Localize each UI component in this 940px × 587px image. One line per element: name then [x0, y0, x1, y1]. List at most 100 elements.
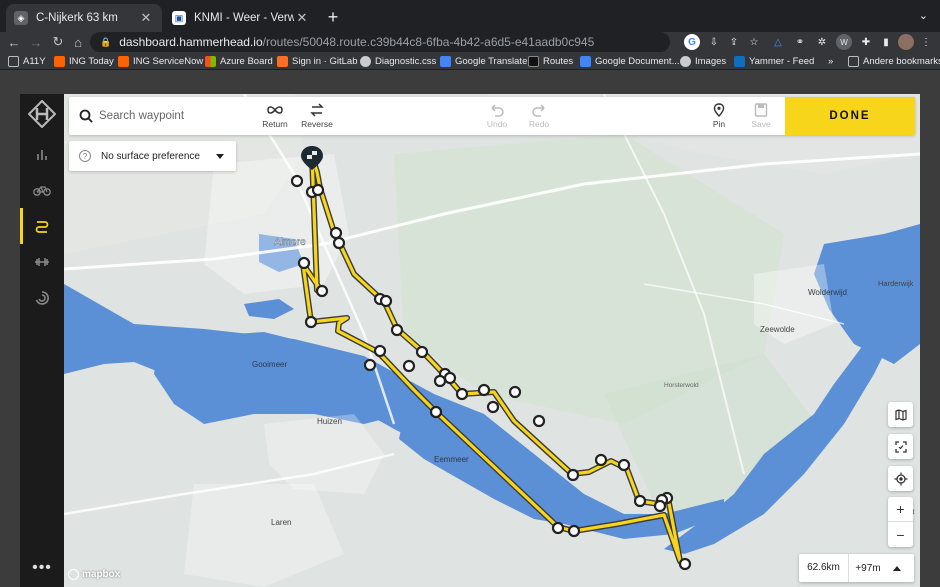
other-bookmarks[interactable]: Andere bookmarks [848, 53, 940, 69]
back-icon[interactable]: ← [4, 32, 24, 52]
map-label-eemmeer: Eemmeer [434, 455, 469, 464]
zoom-in-button[interactable]: + [888, 497, 913, 522]
route-map[interactable]: Almere Gooimeer Huizen Eemmeer Laren Wol… [63, 94, 920, 587]
pin-icon [713, 103, 725, 117]
waypoint[interactable] [373, 344, 387, 358]
waypoint[interactable] [532, 414, 546, 428]
bookmark-ing-servicenow[interactable]: ING ServiceNow [118, 53, 203, 69]
bookmark-routes[interactable]: Routes [528, 53, 573, 69]
waypoint[interactable] [290, 174, 304, 188]
crosshair-icon [894, 472, 907, 485]
route-stats-panel[interactable]: 62.6km +97m [799, 554, 914, 582]
map-style-button[interactable] [888, 402, 913, 427]
tab-route[interactable]: ◈ C-Nijkerk 63 km ✕ [6, 4, 162, 32]
bookmark-ing-today[interactable]: ING Today [54, 53, 114, 69]
search-icon [79, 109, 93, 123]
waypoint[interactable] [415, 345, 429, 359]
waypoint[interactable] [633, 494, 647, 508]
waypoint[interactable] [363, 358, 377, 372]
extensions-puzzle-icon[interactable]: ✚ [858, 34, 874, 50]
zoom-out-button[interactable]: − [888, 522, 913, 547]
waypoint[interactable] [594, 453, 608, 467]
more-options-icon[interactable]: ••• [20, 559, 64, 577]
mapbox-attribution[interactable]: mapbox [68, 569, 120, 580]
undo-button[interactable]: Undo [475, 103, 519, 131]
locate-me-button[interactable] [888, 466, 913, 491]
save-button[interactable]: Save [739, 103, 783, 131]
waypoint[interactable] [567, 524, 581, 538]
extension-w-icon[interactable]: W [836, 34, 852, 50]
map-icon [894, 408, 907, 421]
bookmark-images[interactable]: Images [680, 53, 726, 69]
bookmarks-bar: A11Y ING Today ING ServiceNow Azure Boar… [0, 52, 940, 70]
bookmark-google-docs[interactable]: Google Document... [580, 53, 680, 69]
bookmark-gitlab[interactable]: Sign in · GitLab [277, 53, 357, 69]
waypoint[interactable] [617, 458, 631, 472]
waypoint[interactable] [433, 374, 447, 388]
bookmark-yammer[interactable]: Yammer - Feed [734, 53, 814, 69]
surface-preference-select[interactable]: ? No surface preference [69, 141, 236, 171]
waypoint[interactable] [653, 499, 667, 513]
sidebar-icon[interactable]: ▮ [878, 34, 894, 50]
search-waypoint-input[interactable] [99, 105, 249, 127]
pin-button[interactable]: Pin [697, 103, 741, 131]
waypoint[interactable] [311, 183, 325, 197]
waypoint[interactable] [304, 315, 318, 329]
extension-triangle-icon[interactable]: △ [770, 34, 786, 50]
google-icon[interactable]: G [684, 34, 700, 50]
close-tab-icon[interactable]: ✕ [294, 10, 310, 26]
waypoint[interactable] [390, 323, 404, 337]
redo-button[interactable]: Redo [517, 103, 561, 131]
ing-icon [118, 55, 129, 67]
reverse-button[interactable]: Reverse [295, 103, 339, 131]
new-tab-icon[interactable]: + [323, 7, 343, 28]
sidebar-item-workouts[interactable] [20, 244, 64, 280]
waypoint[interactable] [402, 359, 416, 373]
waypoint[interactable] [297, 256, 311, 270]
waypoint[interactable] [332, 236, 346, 250]
close-tab-icon[interactable]: ✕ [138, 10, 154, 26]
waypoint[interactable] [455, 387, 469, 401]
share-icon[interactable]: ⇪ [726, 34, 742, 50]
bookmark-diagnostic-css[interactable]: Diagnostic.css [360, 53, 436, 69]
waypoint[interactable] [566, 468, 580, 482]
star-icon[interactable]: ☆ [746, 34, 762, 50]
extension-gear-icon[interactable]: ✲ [814, 34, 830, 50]
address-bar[interactable]: 🔒 dashboard.hammerhead.io/routes/50048.r… [90, 32, 670, 52]
waypoint[interactable] [551, 521, 565, 535]
bookmark-azure-board[interactable]: Azure Board [205, 53, 273, 69]
menu-icon[interactable]: ⋮ [918, 34, 934, 50]
sidebar-item-progress[interactable] [20, 280, 64, 316]
waypoint[interactable] [477, 383, 491, 397]
bookmark-google-translate[interactable]: Google Translate [440, 53, 527, 69]
waypoint[interactable] [379, 294, 393, 308]
sidebar-item-rides[interactable] [20, 172, 64, 208]
avatar[interactable] [898, 34, 914, 50]
fit-route-button[interactable] [888, 434, 913, 459]
chevron-down-icon[interactable]: ⌄ [919, 9, 928, 22]
install-icon[interactable]: ⇩ [706, 34, 722, 50]
bookmarks-overflow[interactable]: » [828, 53, 833, 69]
extension-glasses-icon[interactable]: ⚭ [792, 34, 808, 50]
waypoint[interactable] [429, 405, 443, 419]
waypoint[interactable] [329, 226, 343, 240]
return-button[interactable]: Return [253, 103, 297, 131]
waypoint[interactable] [486, 400, 500, 414]
help-icon[interactable]: ? [79, 150, 91, 162]
bookmark-a11y[interactable]: A11Y [8, 53, 46, 69]
caret-up-icon[interactable] [893, 565, 901, 571]
home-icon[interactable]: ⌂ [68, 32, 88, 52]
forward-icon[interactable]: → [26, 32, 46, 52]
waypoint[interactable] [315, 284, 329, 298]
waypoint[interactable] [443, 371, 457, 385]
done-button[interactable]: DONE [785, 97, 915, 135]
waypoint-end[interactable] [678, 557, 692, 571]
waypoint[interactable] [508, 385, 522, 399]
sidebar-item-stats[interactable] [20, 136, 64, 172]
tab-knmi[interactable]: ▣ KNMI - Weer - Verwachtingen ✕ [164, 4, 318, 32]
sidebar-item-routes[interactable] [20, 208, 64, 244]
folder-icon [8, 55, 19, 67]
reload-icon[interactable]: ↻ [48, 32, 68, 52]
hammerhead-logo-icon[interactable] [28, 100, 56, 128]
ing-icon [54, 55, 65, 67]
